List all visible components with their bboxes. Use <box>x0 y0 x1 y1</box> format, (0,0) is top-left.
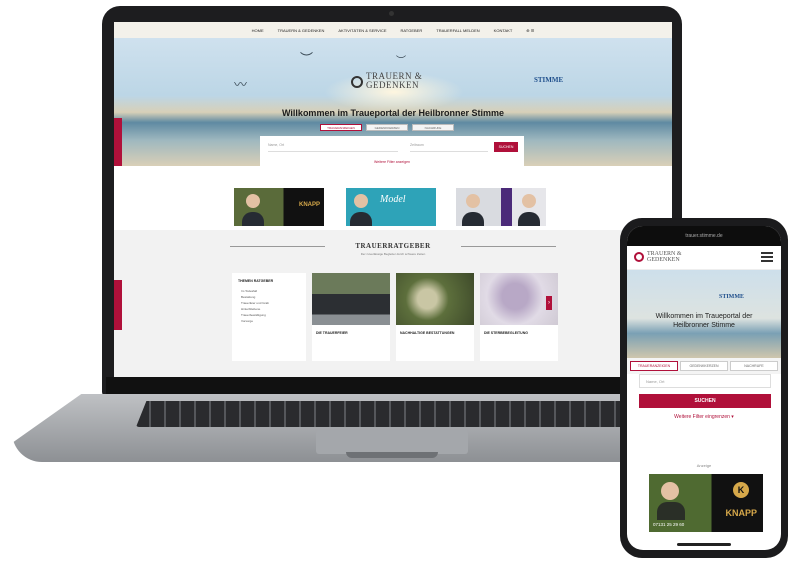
phone-header: TRAUERN & GEDENKEN <box>627 246 781 270</box>
person-photo <box>522 194 536 208</box>
logo-ring-icon <box>634 252 644 262</box>
ad-model-label: Model <box>380 194 406 205</box>
phone-logo[interactable]: TRAUERN & GEDENKEN <box>647 251 687 263</box>
stimme-logo[interactable]: STIMME <box>719 294 744 300</box>
card-title: DIE STERBEBEGLEITUNG <box>484 331 528 335</box>
main-nav: HOME TRAUERN & GEDENKEN AKTIVITÄTEN & SE… <box>114 22 672 38</box>
filter-link[interactable]: Weitere Filter eingrenzen ▾ <box>627 414 781 420</box>
person-photo <box>466 194 480 208</box>
ad-knapp[interactable]: K KNAPP 07131 25 29 60 <box>649 474 763 532</box>
laptop-screen: HOME TRAUERN & GEDENKEN AKTIVITÄTEN & SE… <box>114 22 672 377</box>
category-item[interactable]: Trauerbewältigung <box>241 313 266 317</box>
side-tab[interactable] <box>114 118 122 166</box>
nav-aktivitaeten[interactable]: AKTIVITÄTEN & SERVICE <box>338 28 386 33</box>
category-item[interactable]: Im Todesfall <box>241 289 257 293</box>
title-line: Heilbronner Stimme <box>673 322 735 329</box>
keyboard <box>136 401 656 427</box>
ratgeber-card[interactable]: DIE STERBEBEGLEITUNG <box>480 273 558 361</box>
seagull-icon: 〰 <box>234 77 248 92</box>
person-photo <box>518 212 540 226</box>
category-item[interactable]: Hinterbliebene <box>241 307 260 311</box>
nav-icons[interactable]: ⊕ ☰ <box>526 28 534 33</box>
category-card: THEMEN RATGEBER Im Todesfall Bestattung … <box>232 273 306 361</box>
search-button[interactable]: SUCHEN <box>494 142 518 152</box>
nav-trauerfall[interactable]: TRAUERFALL MELDEN <box>436 28 479 33</box>
person-photo <box>657 502 685 520</box>
knapp-k-icon: K <box>733 482 749 498</box>
categories-title: THEMEN RATGEBER <box>238 279 274 283</box>
seagull-icon: ︶ <box>300 51 314 66</box>
search-card: Name, Ort Zeitraum SUCHEN Weitere Filter… <box>260 136 524 170</box>
person-photo <box>661 482 679 500</box>
tab-gedenkkerzen[interactable]: GEDENKKERZEN <box>366 124 408 131</box>
tab-nachrufe[interactable]: NACHRUFE <box>730 361 778 371</box>
card-title: DIE TRAUERFEIER <box>316 331 348 335</box>
person-photo <box>242 212 264 226</box>
search-input[interactable]: Name, Ort <box>268 143 398 152</box>
ratgeber-title: TRAUERRATGEBER <box>355 242 431 250</box>
nav-home[interactable]: HOME <box>252 28 264 33</box>
phone-title: Willkommen im Traueportal der Heilbronne… <box>627 312 781 330</box>
page-title: Willkommen im Traueportal der Heilbronne… <box>282 108 504 118</box>
title-line: Willkommen im Traueportal der <box>655 313 753 320</box>
tab-nachrufe[interactable]: NACHRUFE <box>412 124 454 131</box>
ad-knapp-label: KNAPP <box>725 508 757 518</box>
side-tab[interactable] <box>114 280 122 330</box>
person-photo <box>350 212 372 226</box>
ad-label: Anzeige <box>696 463 712 468</box>
ratgeber-card[interactable]: DIE TRAUERFEIER <box>312 273 390 361</box>
ad-model[interactable]: Model <box>346 188 436 226</box>
laptop-chin <box>106 377 678 396</box>
seagull-icon: ︶ <box>396 56 406 67</box>
stage: HOME TRAUERN & GEDENKEN AKTIVITÄTEN & SE… <box>0 0 800 563</box>
laptop-camera <box>389 11 394 16</box>
ratgeber-card[interactable]: NACHHALTIGE BESTATTUNGEN <box>396 273 474 361</box>
category-item[interactable]: Vorsorge <box>241 319 253 323</box>
ad-phone-number: 07131 25 29 60 <box>653 522 685 527</box>
phone-url-bar[interactable]: trauer.stimme.de <box>627 226 781 246</box>
logo-ring-icon <box>351 76 363 88</box>
ad-knapp[interactable]: KNAPP <box>234 188 324 226</box>
ad-third[interactable] <box>456 188 546 226</box>
search-input[interactable]: Name, Ort <box>639 374 771 388</box>
tab-traueranzeigen[interactable]: TRAUERANZEIGEN <box>630 361 678 371</box>
tab-gedenkkerzen[interactable]: GEDENKKERZEN <box>680 361 728 371</box>
ad-banner-row: KNAPP Model <box>114 166 672 230</box>
card-image <box>396 273 474 325</box>
filter-link[interactable]: Weitere Filter anzeigen <box>260 160 524 164</box>
search-button[interactable]: SUCHEN <box>639 394 771 408</box>
site-logo[interactable]: TRAUERN & GEDENKEN <box>366 72 426 90</box>
nav-ratgeber[interactable]: RATGEBER <box>401 28 423 33</box>
search-tabs: TRAUERANZEIGEN GEDENKKERZEN NACHRUFE <box>320 124 454 131</box>
person-photo <box>354 194 368 208</box>
phone-screen: trauer.stimme.de TRAUERN & GEDENKEN STIM… <box>627 226 781 550</box>
phone-hero: STIMME Willkommen im Traueportal der Hei… <box>627 270 781 358</box>
category-item[interactable]: Trauerfeier und Grab <box>241 301 269 305</box>
tab-traueranzeigen[interactable]: TRAUERANZEIGEN <box>320 124 362 131</box>
date-input[interactable]: Zeitraum <box>410 143 488 152</box>
stimme-logo[interactable]: STIMME <box>534 76 563 84</box>
phone-tabs: TRAUERANZEIGEN GEDENKKERZEN NACHRUFE <box>627 358 781 374</box>
person-photo <box>246 194 260 208</box>
ratgeber-subtitle: Der zuverlässige Begleiter durch schwere… <box>360 252 426 256</box>
hamburger-menu-icon[interactable] <box>761 252 773 262</box>
ad-knapp-label: KNAPP <box>298 202 320 208</box>
card-title: NACHHALTIGE BESTATTUNGEN <box>400 331 455 335</box>
hero-section: 〰 ︶ ︶ TRAUERN & GEDENKEN STIMME Willkomm… <box>114 38 672 170</box>
card-image <box>312 273 390 325</box>
person-photo <box>462 212 484 226</box>
trackpad <box>316 430 468 454</box>
home-indicator <box>677 543 731 546</box>
nav-trauern[interactable]: TRAUERN & GEDENKEN <box>278 28 325 33</box>
carousel-next-icon[interactable]: › <box>546 296 552 310</box>
nav-kontakt[interactable]: KONTAKT <box>494 28 513 33</box>
base-notch <box>346 452 438 458</box>
category-item[interactable]: Bestattung <box>241 295 255 299</box>
ratgeber-section: TRAUERRATGEBER Der zuverlässige Begleite… <box>114 230 672 377</box>
